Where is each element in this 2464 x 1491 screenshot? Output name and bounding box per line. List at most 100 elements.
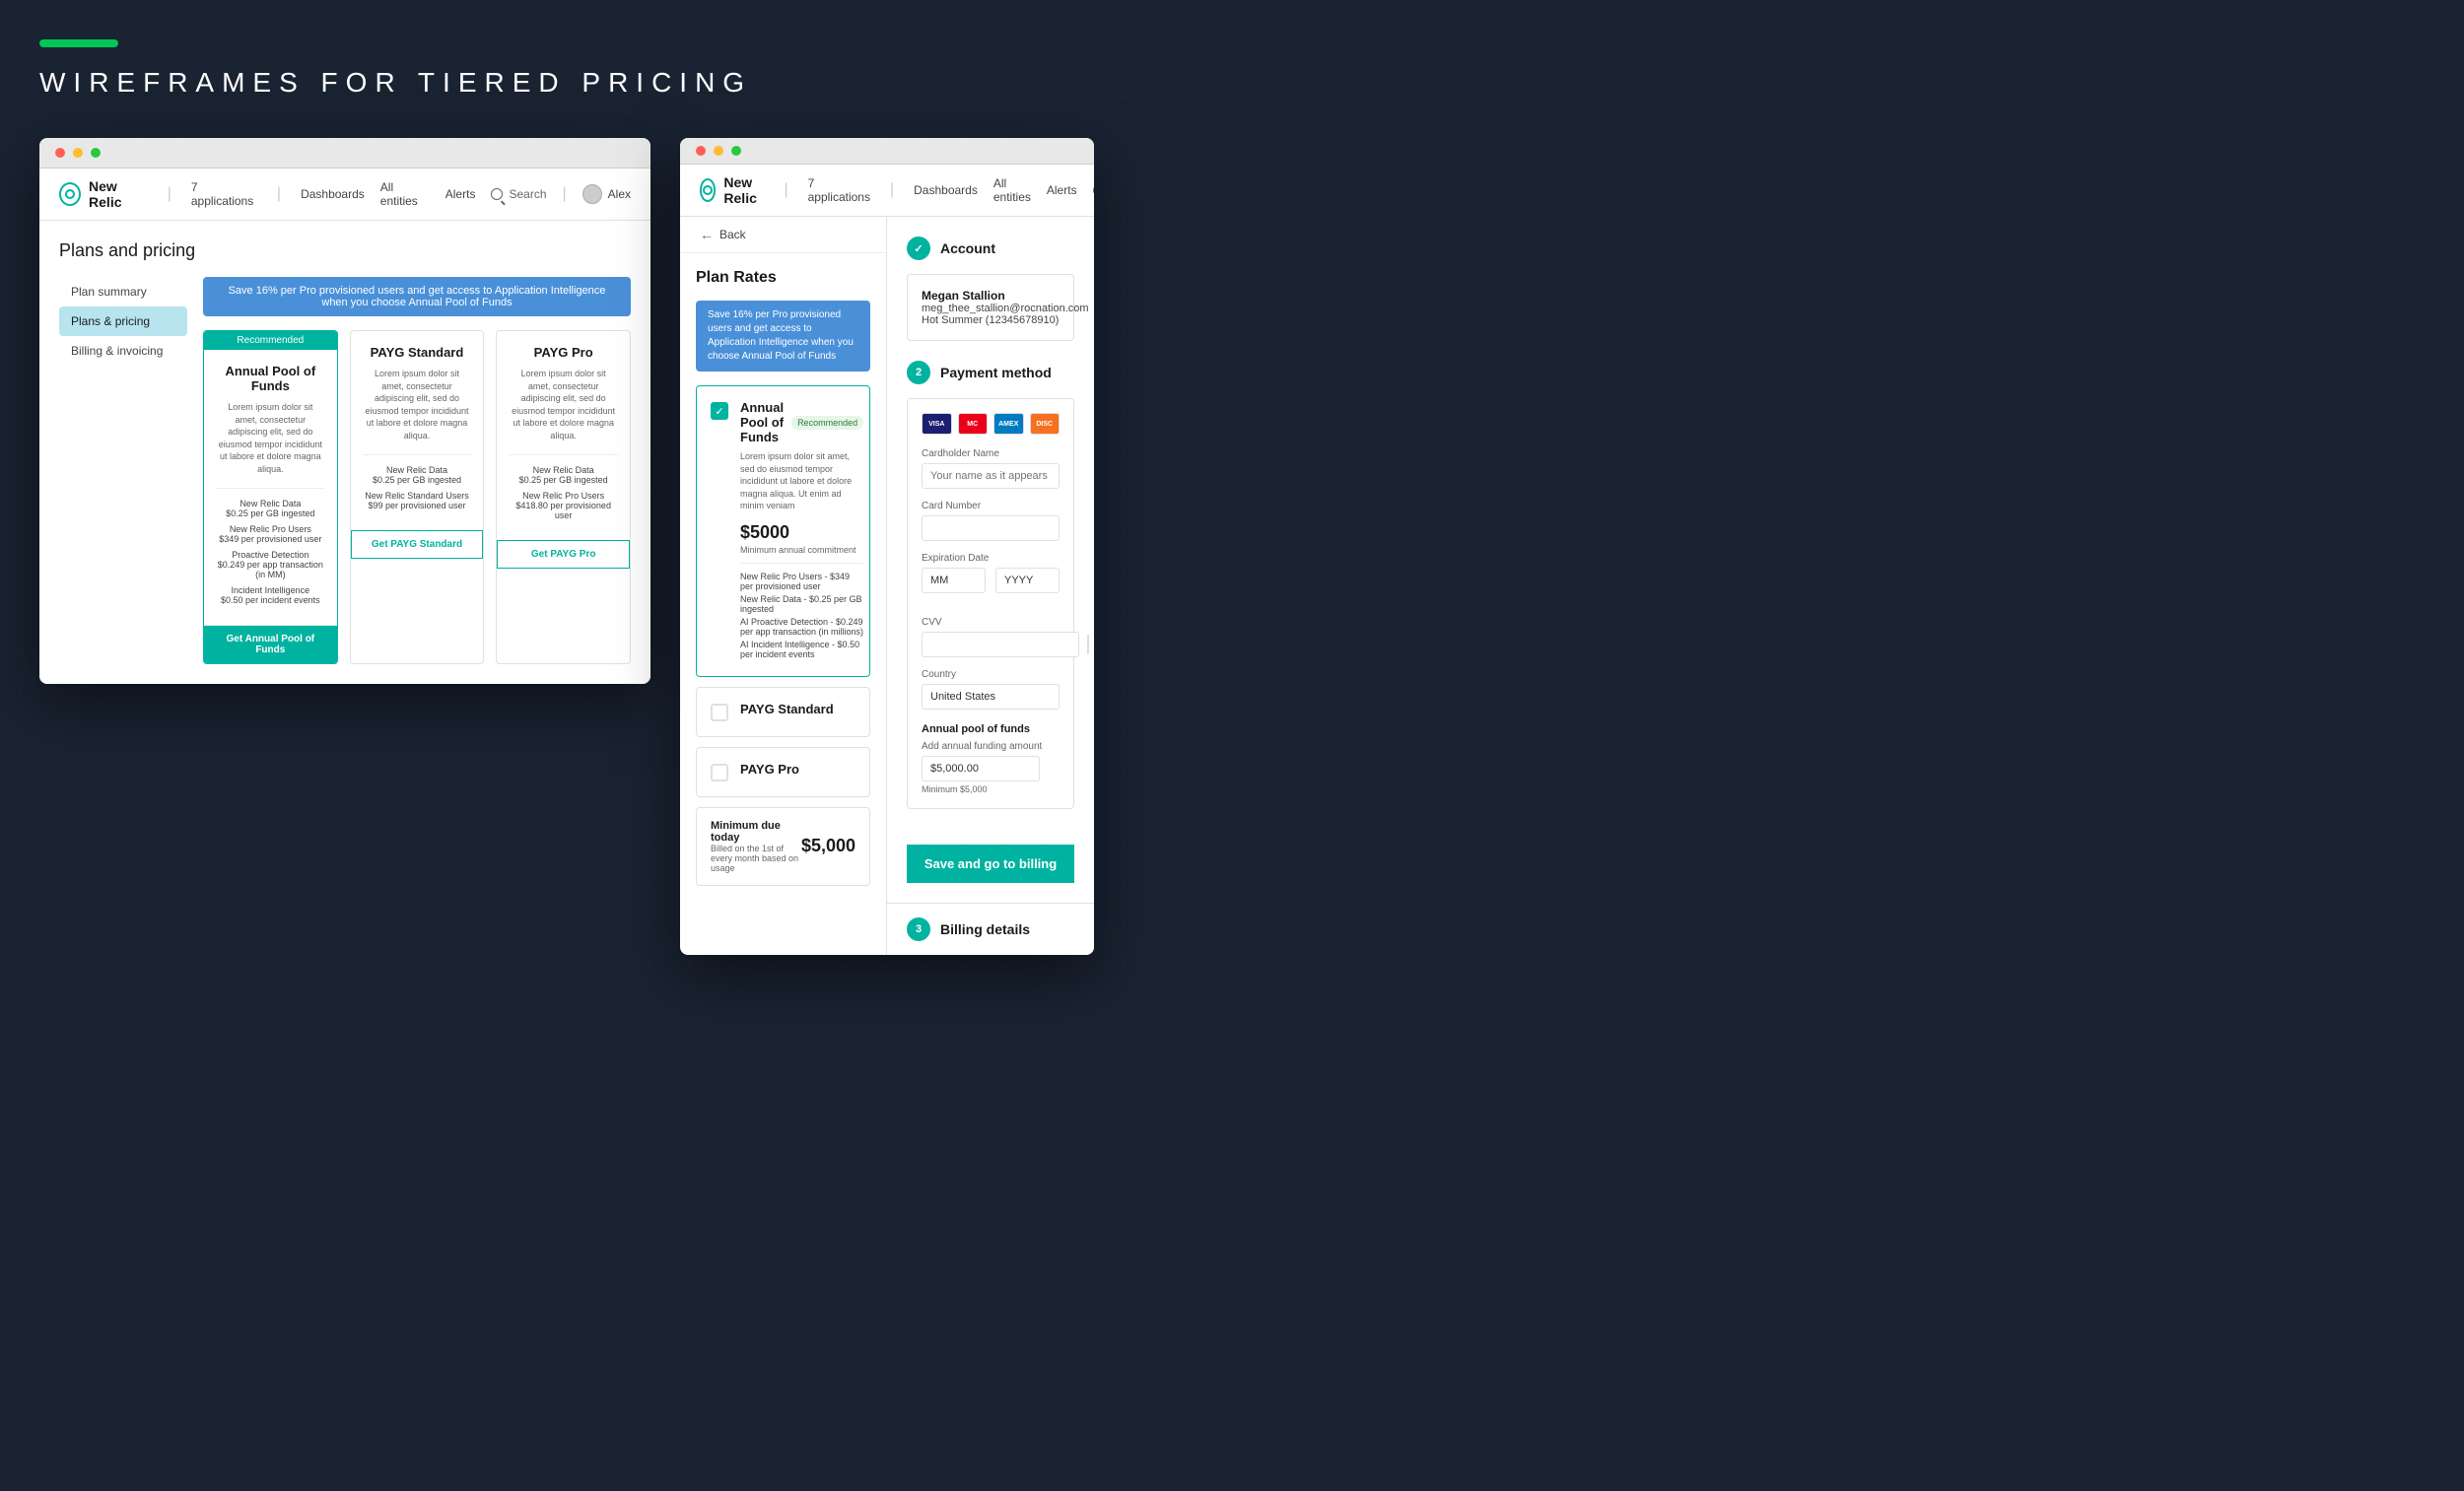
minimum-due: Minimum due today Billed on the 1st of e… [696, 807, 870, 886]
page-title: WIREFRAMES FOR TIERED PRICING [39, 67, 2425, 99]
discover-icon: DISC [1030, 413, 1061, 435]
plan-option-header-pro: PAYG Pro [740, 762, 856, 777]
nav-search[interactable]: Search [491, 187, 546, 201]
plan-rates-column: ← Back Plan Rates Save 16% per Pro provi… [680, 217, 887, 955]
plan-feature: New Relic Data$0.25 per GB ingested [216, 499, 325, 518]
get-annual-pool-button[interactable]: Get Annual Pool of Funds [204, 625, 337, 663]
plan-desc-annual: Lorem ipsum dolor sit amet, consectetur … [216, 401, 325, 476]
minimize-dot[interactable] [73, 148, 83, 158]
expiration-group: Expiration Date MM [922, 553, 1060, 605]
plan-checkbox-standard[interactable] [711, 704, 728, 721]
plans-heading: Plans and pricing [59, 240, 631, 261]
logo-icon-right [700, 178, 716, 202]
plan-feature: New Relic Pro Users$418.80 per provision… [509, 491, 618, 520]
annual-pool-input[interactable] [922, 756, 1040, 781]
expiration-mm-select[interactable]: MM [922, 568, 986, 593]
user-avatar-icon [582, 184, 602, 204]
payment-step-number: 2 [916, 367, 922, 378]
close-dot[interactable] [55, 148, 65, 158]
plan-feature: Incident Intelligence$0.50 per incident … [216, 585, 325, 605]
nav-app-count-right[interactable]: 7 applications [808, 176, 870, 204]
maximize-dot[interactable] [91, 148, 101, 158]
nav-dashboards-right[interactable]: Dashboards [914, 183, 978, 197]
minimum-due-label: Minimum due today [711, 820, 801, 844]
plan-features-pro: New Relic Data$0.25 per GB ingested New … [509, 454, 618, 520]
nav-dashboards[interactable]: Dashboards [301, 187, 365, 201]
cardholder-name-input[interactable] [922, 463, 1060, 489]
plan-feature: New Relic Data$0.25 per GB ingested [363, 465, 472, 485]
search-icon [491, 188, 503, 200]
maximize-dot-right[interactable] [731, 146, 741, 156]
recommended-badge: Recommended [791, 416, 863, 430]
search-icon-right [1093, 184, 1094, 196]
plan-checkbox-annual[interactable]: ✓ [711, 402, 728, 420]
card-icons: VISA MC AMEX DISC [922, 413, 1060, 435]
plan-option-name-pro: PAYG Pro [740, 762, 799, 777]
sidebar-item-plan-summary[interactable]: Plan summary [59, 277, 187, 306]
plan-details-annual: New Relic Pro Users - $349 per provision… [740, 563, 863, 659]
plan-card-payg-pro: PAYG Pro Lorem ipsum dolor sit amet, con… [496, 330, 631, 664]
payment-step-title: Payment method [940, 365, 1052, 380]
minimum-due-labels: Minimum due today Billed on the 1st of e… [711, 820, 801, 873]
nav-search-right[interactable]: Search [1093, 183, 1094, 197]
logo-text-right: New Relic [723, 174, 764, 206]
get-payg-pro-button[interactable]: Get PAYG Pro [497, 540, 630, 569]
logo-inner-right [703, 185, 713, 195]
billing-details-title: Billing details [940, 921, 1030, 937]
plan-checkbox-pro[interactable] [711, 764, 728, 781]
billing-step-number: 3 [916, 923, 922, 935]
plan-price-annual: $5000 [740, 522, 863, 543]
card-number-input[interactable] [922, 515, 1060, 541]
country-select[interactable]: United States [922, 684, 1060, 710]
nav-divider-r1: | [784, 181, 787, 199]
account-name: Megan Stallion [922, 289, 1060, 303]
back-arrow-icon: ← [700, 227, 714, 242]
left-nav-bar: New Relic | 7 applications | Dashboards … [39, 169, 650, 221]
nav-divider-3: | [563, 185, 567, 203]
sidebar-item-billing[interactable]: Billing & invoicing [59, 336, 187, 366]
nav-user[interactable]: Alex [582, 184, 631, 204]
nav-divider-r2: | [890, 181, 894, 199]
country-label: Country [922, 669, 1060, 680]
save-and-go-to-billing-button[interactable]: Save and go to billing [907, 845, 1074, 883]
browser-chrome-left [39, 138, 650, 169]
close-dot-right[interactable] [696, 146, 706, 156]
plan-name-annual: Annual Pool of Funds [216, 364, 325, 393]
expiration-mm-group: MM [922, 568, 986, 593]
sidebar-item-plans-pricing[interactable]: Plans & pricing [59, 306, 187, 336]
payment-step-circle: 2 [907, 361, 930, 384]
cvv-input[interactable] [922, 632, 1079, 657]
plan-option-payg-pro[interactable]: PAYG Pro [696, 747, 870, 797]
plan-option-annual[interactable]: ✓ Annual Pool of Funds Recommended Lorem… [696, 385, 870, 677]
minimum-due-sublabel: Billed on the 1st of every month based o… [711, 844, 801, 873]
plan-option-body-standard: PAYG Standard [740, 702, 856, 722]
nav-all-entities-right[interactable]: All entities [993, 176, 1031, 204]
plans-grid: Recommended Annual Pool of Funds Lorem i… [203, 330, 631, 664]
plan-rates-title: Plan Rates [696, 269, 870, 287]
plan-feature: New Relic Data$0.25 per GB ingested [509, 465, 618, 485]
minimize-dot-right[interactable] [714, 146, 723, 156]
plan-option-payg-standard[interactable]: PAYG Standard [696, 687, 870, 737]
nav-all-entities[interactable]: All entities [380, 180, 430, 208]
card-number-group: Card Number [922, 501, 1060, 541]
nav-alerts[interactable]: Alerts [445, 187, 476, 201]
green-accent-bar [39, 39, 118, 47]
cardholder-name-group: Cardholder Name [922, 448, 1060, 489]
expiration-yyyy-select[interactable]: YYYY [995, 568, 1060, 593]
account-id: Hot Summer (12345678910) [922, 314, 1060, 326]
get-payg-standard-button[interactable]: Get PAYG Standard [351, 530, 484, 559]
plans-content: Plans and pricing Plan summary Plans & p… [39, 221, 650, 684]
nav-app-count[interactable]: 7 applications [191, 180, 257, 208]
cvv-input-group [922, 632, 1060, 657]
plan-option-name-annual: Annual Pool of Funds [740, 400, 784, 444]
cvv-label: CVV [922, 617, 1060, 628]
plan-card-body-pro: PAYG Pro Lorem ipsum dolor sit amet, con… [497, 331, 630, 540]
annual-pool-label: Annual pool of funds [922, 723, 1060, 735]
nav-alerts-right[interactable]: Alerts [1047, 183, 1077, 197]
page-header: WIREFRAMES FOR TIERED PRICING [39, 39, 2425, 99]
checkmark-icon: ✓ [715, 405, 723, 418]
back-link[interactable]: ← Back [680, 217, 886, 253]
billing-step-circle: 3 [907, 917, 930, 941]
sidebar-item-label: Billing & invoicing [71, 344, 163, 358]
back-label: Back [719, 228, 746, 241]
